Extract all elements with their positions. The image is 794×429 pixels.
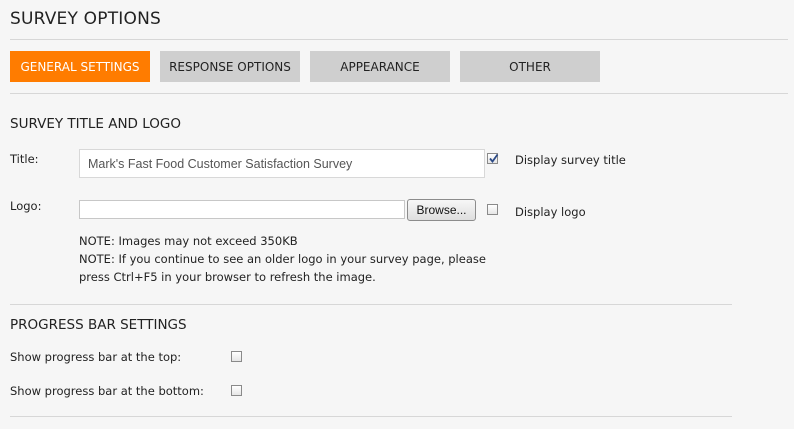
logo-label: Logo: xyxy=(10,199,42,213)
logo-section-divider xyxy=(10,304,732,305)
checkmark-icon xyxy=(489,153,499,163)
logo-file-input[interactable] xyxy=(79,200,405,219)
survey-title-input[interactable] xyxy=(79,149,485,178)
display-survey-title-label: Display survey title xyxy=(515,153,626,167)
logo-size-note: NOTE: Images may not exceed 350KB xyxy=(79,234,298,248)
tab-response-options[interactable]: RESPONSE OPTIONS xyxy=(160,51,300,82)
tab-general-settings[interactable]: GENERAL SETTINGS xyxy=(10,51,150,82)
display-survey-title-checkbox[interactable] xyxy=(487,153,499,164)
page-title: SURVEY OPTIONS xyxy=(10,9,161,29)
display-logo-label: Display logo xyxy=(515,205,586,219)
browse-button[interactable]: Browse... xyxy=(407,199,476,221)
title-divider xyxy=(10,39,788,40)
tabs-divider xyxy=(10,93,788,94)
tab-appearance[interactable]: APPEARANCE xyxy=(310,51,450,82)
display-logo-checkbox[interactable] xyxy=(487,204,498,215)
progress-bar-settings-heading: PROGRESS BAR SETTINGS xyxy=(10,317,187,333)
progress-bottom-label: Show progress bar at the bottom: xyxy=(10,384,204,398)
tab-other[interactable]: OTHER xyxy=(460,51,600,82)
logo-cache-note-line1: NOTE: If you continue to see an older lo… xyxy=(79,252,486,266)
progress-top-label: Show progress bar at the top: xyxy=(10,350,182,364)
logo-cache-note-line2: press Ctrl+F5 in your browser to refresh… xyxy=(79,270,376,284)
section-title-logo-heading: SURVEY TITLE AND LOGO xyxy=(10,116,181,132)
progress-top-checkbox[interactable] xyxy=(231,351,242,362)
title-label: Title: xyxy=(10,152,39,166)
progress-bottom-checkbox[interactable] xyxy=(231,385,242,396)
progress-section-divider xyxy=(10,416,732,417)
